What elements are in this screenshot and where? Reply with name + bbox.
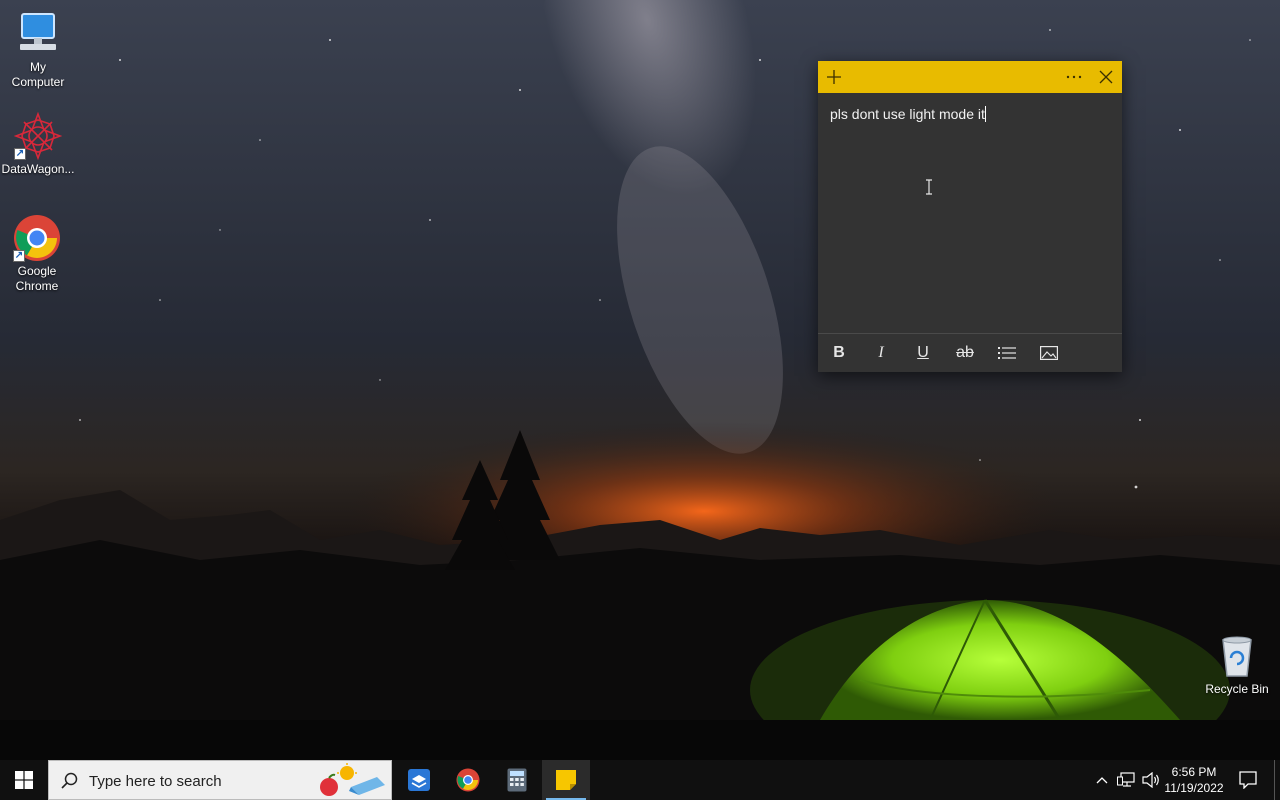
desktop-icon-label: Chrome [15,279,59,293]
clock-time: 6:56 PM [1171,765,1217,779]
bullet-list-icon [998,347,1016,359]
network-icon [1117,772,1135,787]
shortcut-arrow-icon: ↗ [13,250,25,262]
dropbox-icon [408,769,430,791]
desktop-icon-label: Google [17,264,57,278]
start-button[interactable] [0,760,48,800]
ibeam-cursor-icon [926,179,932,195]
taskbar-clock[interactable]: 6:56 PM 11/19/2022 [1158,760,1230,800]
datawagon-icon: ↗ [13,111,63,161]
desktop-icon-my-computer[interactable]: My Computer [0,10,76,90]
formatting-toolbar: B I U ab [818,334,1122,372]
note-menu-button[interactable] [1058,61,1090,93]
note-text: pls dont use light mode it [830,106,985,122]
sticky-note-titlebar[interactable] [818,61,1122,93]
chrome-icon: ↗ [13,214,61,262]
calculator-icon [507,768,527,792]
italic-icon: I [878,344,884,361]
show-desktop-button[interactable] [1274,760,1280,800]
search-highlight-illustration-icon [320,763,385,796]
desktop-icon-recycle-bin[interactable]: Recycle Bin [1199,632,1275,697]
taskbar-app-sticky-notes[interactable] [542,760,590,800]
notification-icon [1239,771,1257,789]
taskbar: Type here to search 6:56 PM 11/19/2022 [0,760,1280,800]
desktop-icon-label: Computer [11,75,65,89]
recycle-bin-icon [1213,632,1261,680]
taskbar-app-calculator[interactable] [493,760,541,800]
computer-icon [14,10,62,58]
insert-image-icon [1040,346,1058,360]
search-placeholder: Type here to search [89,773,222,790]
sticky-notes-icon [556,770,576,790]
windows-logo-icon [15,771,33,789]
taskbar-search-box[interactable]: Type here to search [48,760,392,800]
chrome-icon [456,768,480,792]
underline-button[interactable]: U [902,334,944,372]
clock-date: 11/19/2022 [1164,781,1224,795]
network-button[interactable] [1114,760,1138,800]
strikethrough-button[interactable]: ab [944,334,986,372]
text-caret [984,106,986,122]
underline-icon: U [917,344,929,361]
show-hidden-icons-button[interactable] [1092,760,1112,800]
bullet-list-button[interactable] [986,334,1028,372]
more-icon [1066,75,1082,79]
action-center-button[interactable] [1234,760,1262,800]
note-text-area[interactable]: pls dont use light mode it [818,93,1122,333]
new-note-button[interactable] [818,61,850,93]
sticky-note-window[interactable]: pls dont use light mode it B I U ab [818,61,1122,372]
strikethrough-icon: ab [956,344,974,361]
close-icon [1099,70,1113,84]
desktop-icon-datawagon[interactable]: ↗ DataWagon... [0,111,76,177]
chevron-up-icon [1096,777,1108,784]
search-icon [61,772,78,789]
italic-button[interactable]: I [860,334,902,372]
close-note-button[interactable] [1090,61,1122,93]
shortcut-arrow-icon: ↗ [14,148,26,160]
bold-icon: B [833,344,845,361]
desktop-icon-label: My [30,60,46,74]
desktop-icon-google-chrome[interactable]: ↗ Google Chrome [0,214,75,294]
desktop-icon-label: Recycle Bin [1205,682,1269,696]
taskbar-app-dropbox[interactable] [395,760,443,800]
plus-icon [827,70,841,84]
taskbar-app-chrome[interactable] [444,760,492,800]
bold-button[interactable]: B [818,334,860,372]
insert-image-button[interactable] [1028,334,1070,372]
desktop-icon-label: DataWagon... [1,162,75,176]
